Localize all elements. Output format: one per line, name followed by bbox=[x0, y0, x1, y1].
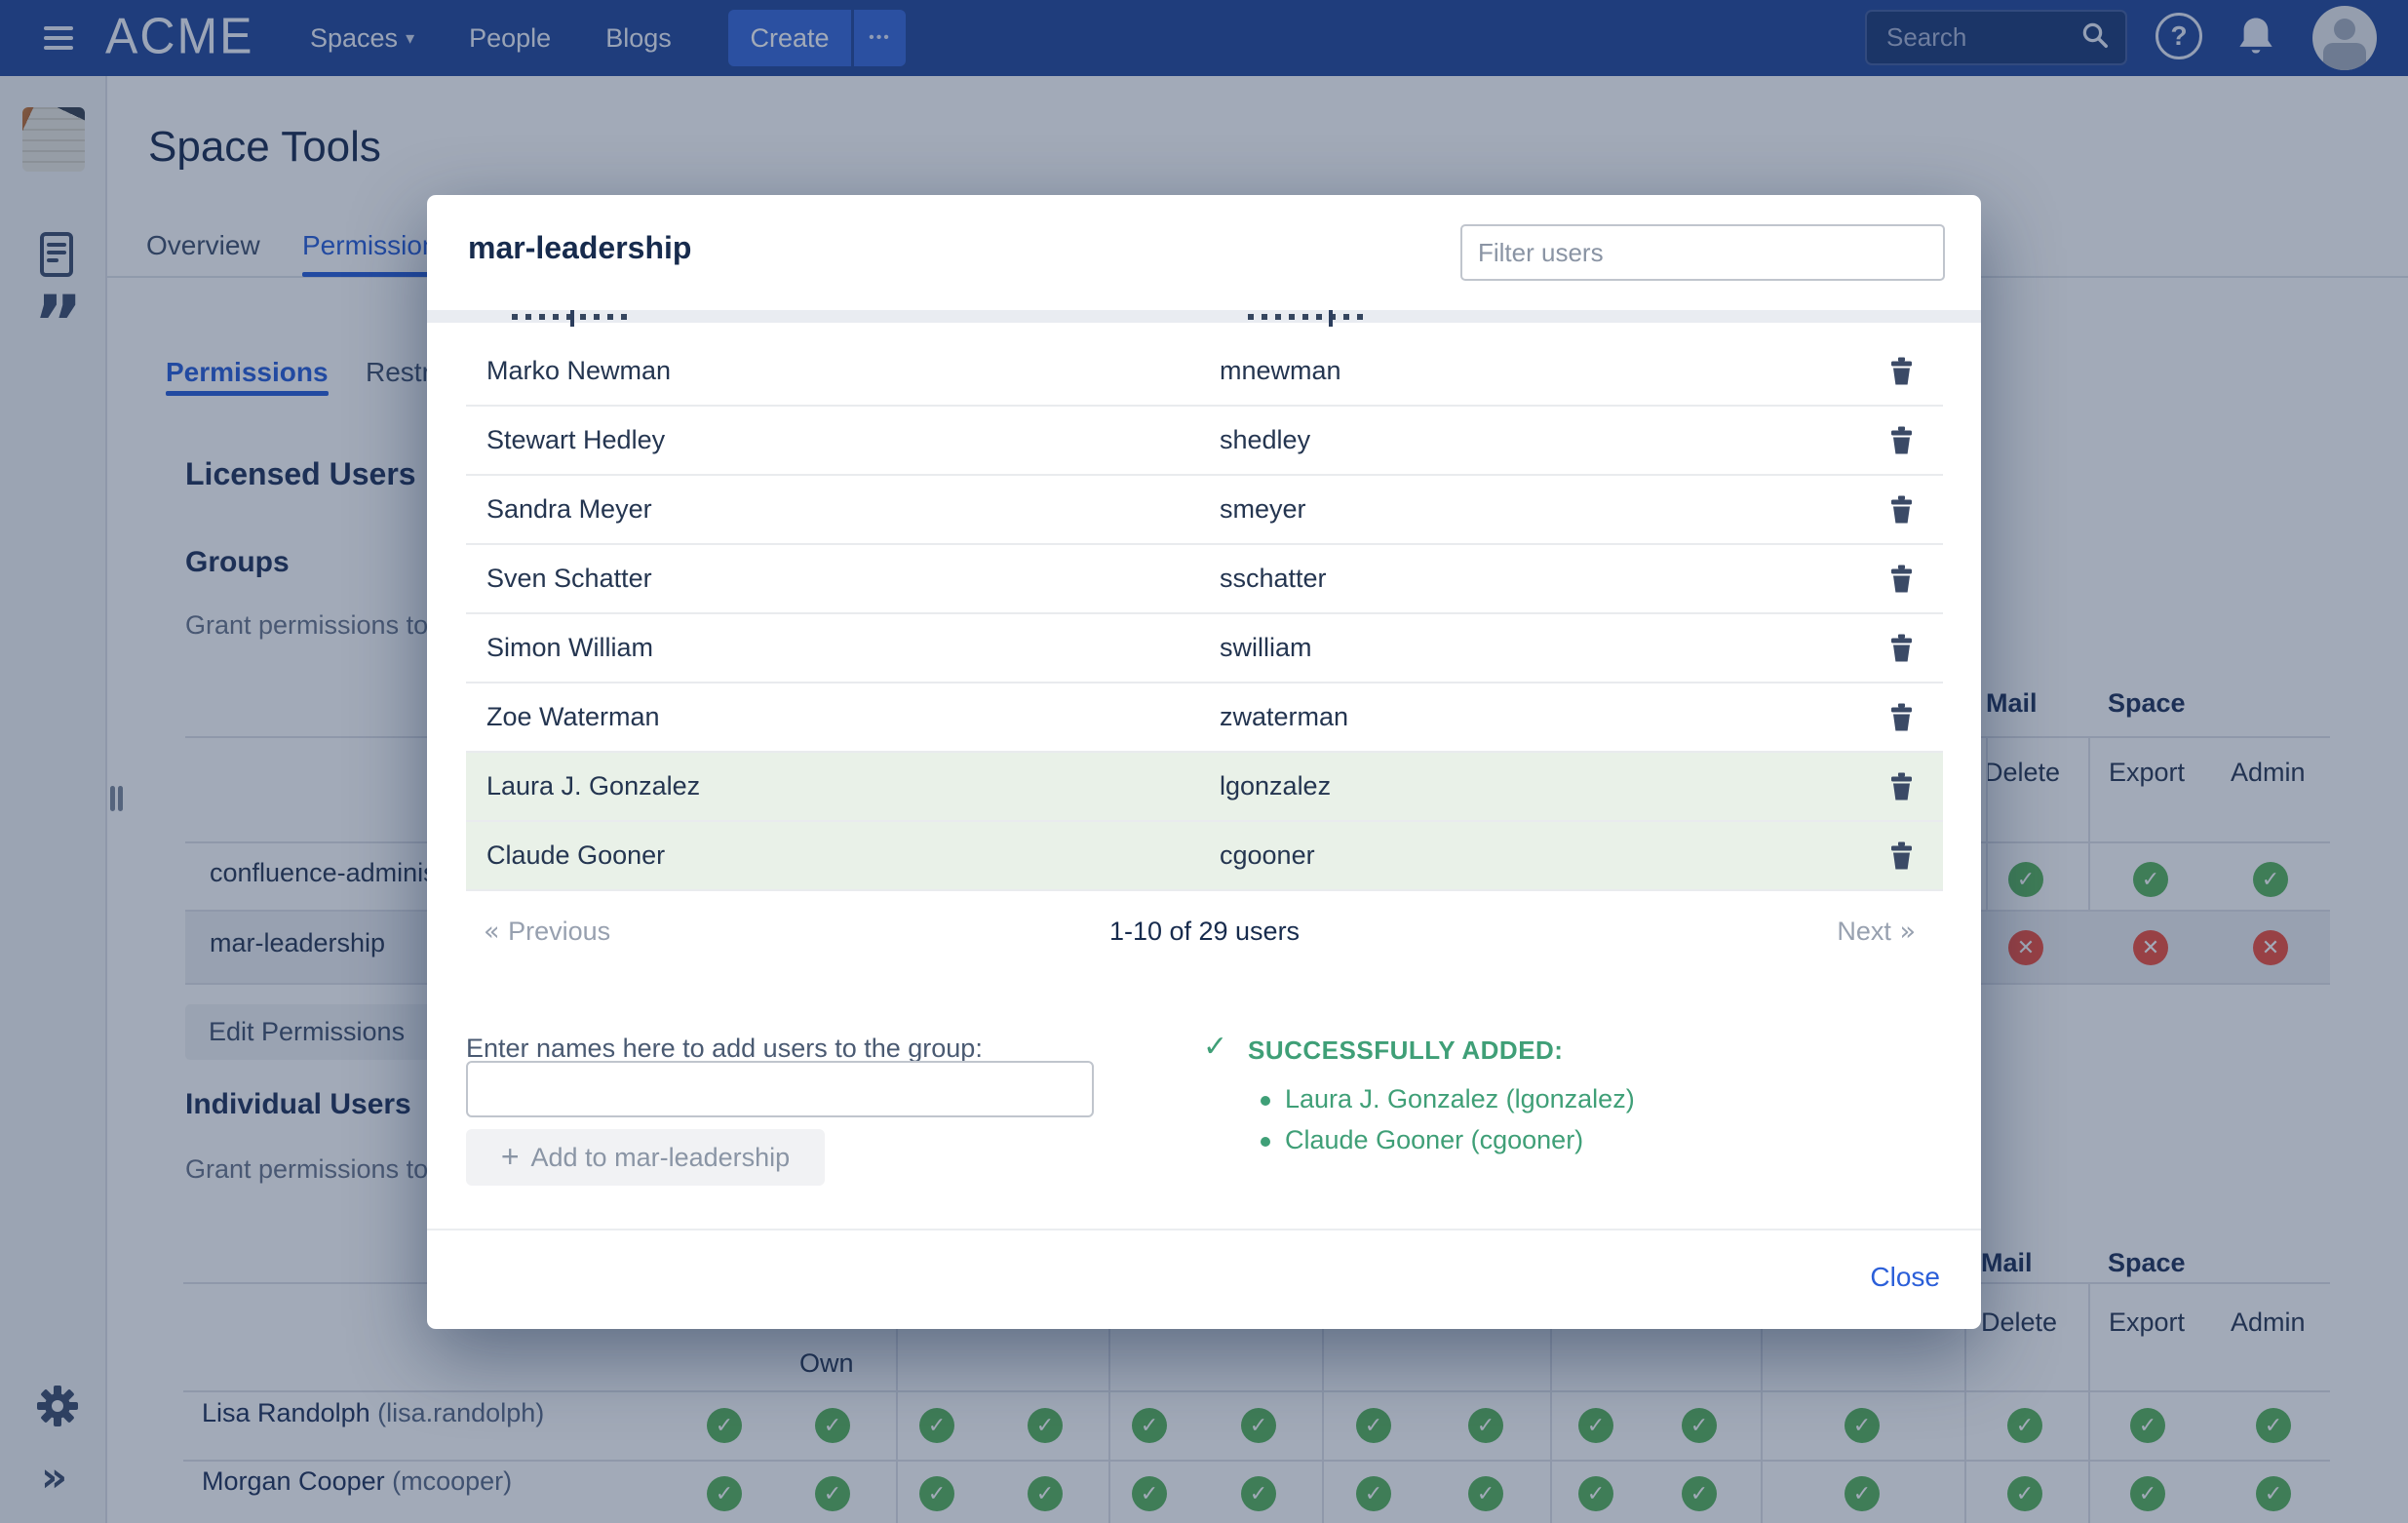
remove-user-trash-icon[interactable] bbox=[1889, 772, 1914, 801]
remove-user-trash-icon[interactable] bbox=[1889, 426, 1914, 454]
plus-icon: + bbox=[501, 1141, 520, 1172]
clipped-text-descender bbox=[570, 310, 574, 327]
remove-user-trash-icon[interactable] bbox=[1889, 841, 1914, 870]
remove-user-trash-icon[interactable] bbox=[1889, 565, 1914, 593]
user-full-name: Simon William bbox=[486, 633, 653, 663]
user-row: Sven Schatter sschatter bbox=[466, 545, 1943, 614]
user-username: zwaterman bbox=[1220, 702, 1348, 732]
success-title: SUCCESSFULLY ADDED: bbox=[1248, 1035, 1563, 1066]
user-username: sschatter bbox=[1220, 564, 1327, 594]
user-full-name: Stewart Hedley bbox=[486, 425, 665, 455]
close-dialog-link[interactable]: Close bbox=[1870, 1262, 1940, 1293]
user-row: Stewart Hedley shedley bbox=[466, 407, 1943, 476]
remove-user-trash-icon[interactable] bbox=[1889, 634, 1914, 662]
remove-user-trash-icon[interactable] bbox=[1889, 703, 1914, 731]
success-bullet-dot bbox=[1261, 1137, 1270, 1147]
scroll-clipped-row bbox=[427, 310, 1981, 323]
add-users-label: Enter names here to add users to the gro… bbox=[466, 1034, 983, 1064]
clipped-text-descender bbox=[1329, 310, 1333, 327]
user-full-name: Zoe Waterman bbox=[486, 702, 660, 732]
add-to-group-button[interactable]: + Add to mar-leadership bbox=[466, 1129, 825, 1186]
user-full-name: Claude Gooner bbox=[486, 840, 665, 871]
user-row: Zoe Waterman zwaterman bbox=[466, 683, 1943, 753]
user-row: Claude Gooner cgooner bbox=[466, 822, 1943, 891]
user-row: Laura J. Gonzalez lgonzalez bbox=[466, 753, 1943, 822]
success-bullet-dot bbox=[1261, 1096, 1270, 1106]
user-row: Sandra Meyer smeyer bbox=[466, 476, 1943, 545]
success-added-user: Laura J. Gonzalez (lgonzalez) bbox=[1285, 1084, 1635, 1114]
clipped-username-text bbox=[1248, 314, 1371, 320]
remove-user-trash-icon[interactable] bbox=[1889, 357, 1914, 385]
next-page-link[interactable]: Next » bbox=[1837, 917, 1916, 947]
success-added-user: Claude Gooner (cgooner) bbox=[1285, 1125, 1583, 1155]
next-icon: » bbox=[1891, 917, 1916, 947]
user-username: smeyer bbox=[1220, 494, 1306, 525]
user-username: mnewman bbox=[1220, 356, 1341, 386]
user-full-name: Laura J. Gonzalez bbox=[486, 771, 700, 801]
group-user-list: Marko Newman mnewman Stewart Hedley shedley… bbox=[466, 337, 1943, 891]
user-username: swilliam bbox=[1220, 633, 1312, 663]
user-username: lgonzalez bbox=[1220, 771, 1331, 801]
dialog-title: mar-leadership bbox=[468, 230, 691, 266]
filter-users-input[interactable] bbox=[1460, 224, 1945, 281]
user-full-name: Sandra Meyer bbox=[486, 494, 652, 525]
group-members-dialog: mar-leadership Marko Newman mnewman Stewar… bbox=[427, 195, 1981, 1329]
remove-user-trash-icon[interactable] bbox=[1889, 495, 1914, 524]
user-username: shedley bbox=[1220, 425, 1310, 455]
add-users-input[interactable] bbox=[466, 1061, 1094, 1117]
user-row: Simon William swilliam bbox=[466, 614, 1943, 683]
pagination-info: 1-10 of 29 users bbox=[466, 917, 1943, 947]
add-button-label: Add to mar-leadership bbox=[531, 1143, 791, 1173]
footer-divider bbox=[427, 1229, 1981, 1230]
success-check-icon: ✓ bbox=[1203, 1030, 1227, 1064]
user-full-name: Sven Schatter bbox=[486, 564, 652, 594]
user-full-name: Marko Newman bbox=[486, 356, 671, 386]
user-row: Marko Newman mnewman bbox=[466, 337, 1943, 407]
pagination-bar: « Previous 1-10 of 29 users Next » bbox=[466, 905, 1943, 959]
user-username: cgooner bbox=[1220, 840, 1315, 871]
